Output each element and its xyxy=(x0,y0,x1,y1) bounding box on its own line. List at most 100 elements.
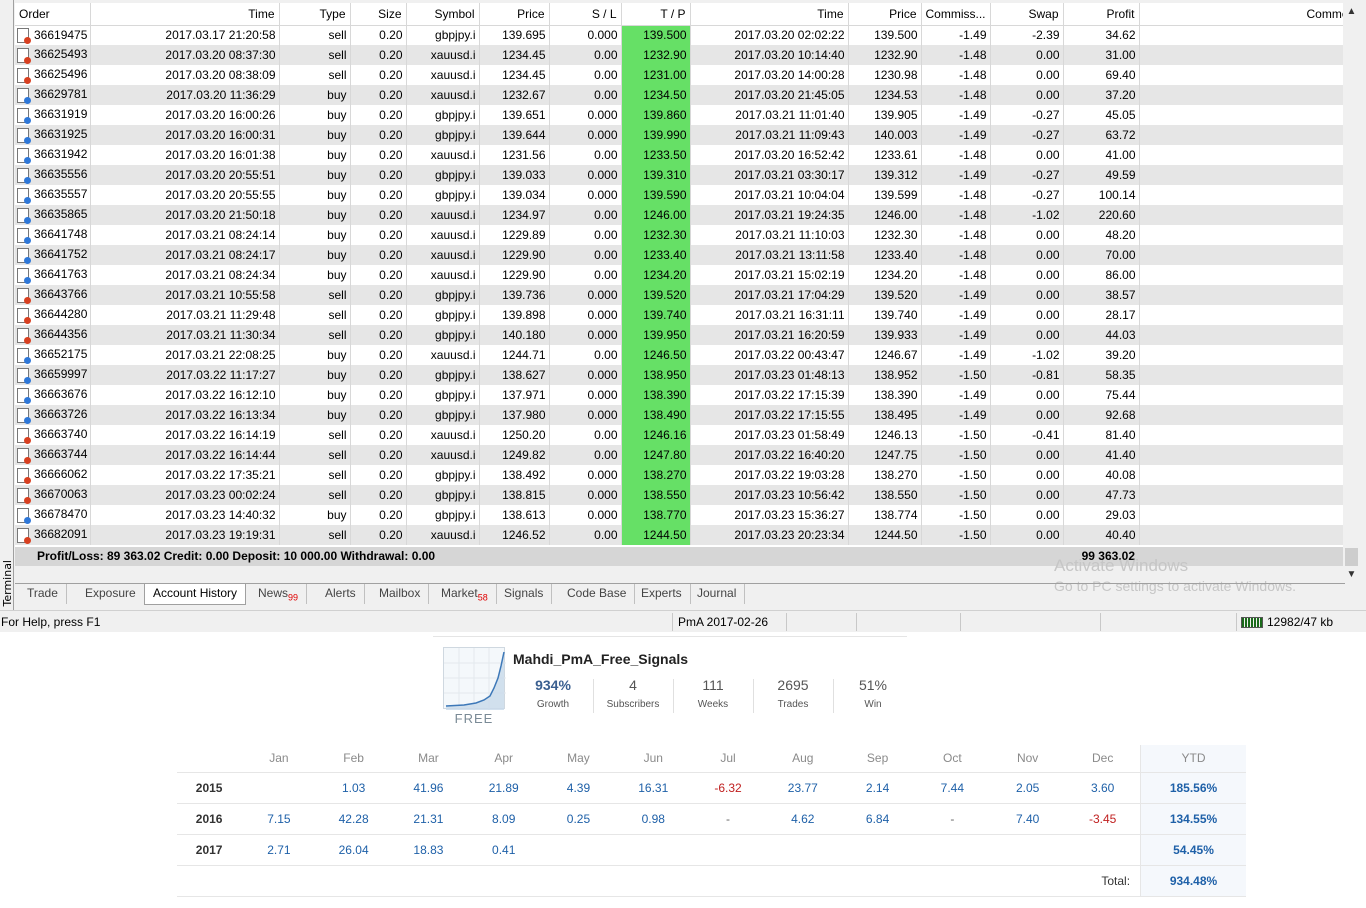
table-row[interactable]: 36635865 2017.03.20 21:50:18 buy 0.20 xauusd… xyxy=(15,205,1343,225)
col-size-cell: 0.20 xyxy=(350,85,407,105)
tab-mailbox[interactable]: Mailbox xyxy=(371,584,430,604)
col-swap-header[interactable]: Swap xyxy=(990,3,1064,26)
table-row[interactable]: 36635556 2017.03.20 20:55:51 buy 0.20 gbpjpy… xyxy=(15,165,1343,185)
tab-journal[interactable]: Journal xyxy=(689,584,746,604)
col-size-cell: 0.20 xyxy=(350,465,407,485)
table-row[interactable]: 36643766 2017.03.21 10:55:58 sell 0.20 gbpjp… xyxy=(15,285,1343,305)
tab-account-history[interactable]: Account History xyxy=(144,584,247,605)
sell-order-icon xyxy=(17,47,31,64)
table-row[interactable]: 36666062 2017.03.22 17:35:21 sell 0.20 gbpjp… xyxy=(15,465,1343,485)
col-close-price-cell: 1230.98 xyxy=(848,65,922,85)
col-comment-cell: [tp] xyxy=(1139,505,1343,525)
scroll-thumb[interactable] xyxy=(1345,548,1358,566)
table-row[interactable]: 36652175 2017.03.21 22:08:25 buy 0.20 xauusd… xyxy=(15,345,1343,365)
col-tp-header[interactable]: T / P xyxy=(621,3,691,26)
col-profit-header[interactable]: Profit xyxy=(1063,3,1140,26)
month-header: Dec xyxy=(1065,745,1141,773)
col-size-cell: 0.20 xyxy=(350,65,407,85)
month-header: Nov xyxy=(989,745,1066,773)
stat-growth: 934% Growth xyxy=(513,677,593,710)
month-value xyxy=(840,834,915,866)
tab-news[interactable]: News99 xyxy=(250,584,308,604)
month-value xyxy=(914,834,990,866)
col-swap-cell: -2.39 xyxy=(990,25,1064,45)
col-type-cell: sell xyxy=(279,285,351,305)
col-symbol-cell: gbpjpy.i xyxy=(406,365,480,385)
col-symbol-header[interactable]: Symbol xyxy=(406,3,480,26)
month-value: 16.31 xyxy=(615,772,691,804)
signal-name[interactable]: Mahdi_PmA_Free_Signals xyxy=(513,651,688,667)
col-swap-cell: 0.00 xyxy=(990,225,1064,245)
signal-card[interactable]: FREE Mahdi_PmA_Free_Signals 934% Growth 4 S… xyxy=(433,637,907,737)
col-commission-cell: -1.48 xyxy=(921,145,991,165)
scroll-down-icon[interactable]: ▼ xyxy=(1343,566,1360,583)
tab-signals[interactable]: Signals xyxy=(496,584,553,604)
col-sl-cell: 0.00 xyxy=(549,445,622,465)
table-row[interactable]: 36678470 2017.03.23 14:40:32 buy 0.20 gbpjpy… xyxy=(15,505,1343,525)
month-header: Mar xyxy=(390,745,467,773)
table-row[interactable]: 36641752 2017.03.21 08:24:17 buy 0.20 xauusd… xyxy=(15,245,1343,265)
tab-market[interactable]: Market58 xyxy=(433,584,497,604)
col-size-cell: 0.20 xyxy=(350,125,407,145)
tab-experts[interactable]: Experts xyxy=(633,584,691,604)
tab-alerts[interactable]: Alerts xyxy=(317,584,365,604)
table-row[interactable]: 36631925 2017.03.20 16:00:31 buy 0.20 gbpjpy… xyxy=(15,125,1343,145)
col-type-header[interactable]: Type xyxy=(279,3,351,26)
col-comment-header[interactable]: Comment xyxy=(1139,3,1343,26)
col-close-time-cell: 2017.03.22 16:40:20 xyxy=(690,445,849,465)
buy-order-icon xyxy=(17,207,31,224)
col-size-cell: 0.20 xyxy=(350,305,407,325)
terminal-side-tab[interactable]: Terminal xyxy=(0,0,14,610)
col-comment-cell: [tp] xyxy=(1139,445,1343,465)
table-row[interactable]: 36625496 2017.03.20 08:38:09 sell 0.20 xauus… xyxy=(15,65,1343,85)
table-row[interactable]: 36644280 2017.03.21 11:29:48 sell 0.20 gbpjp… xyxy=(15,305,1343,325)
tab-trade[interactable]: Trade xyxy=(19,584,67,604)
col-commission-header[interactable]: Commiss... xyxy=(921,3,991,26)
vertical-scrollbar[interactable]: ▲ ▼ xyxy=(1343,3,1360,583)
table-row[interactable]: 36641763 2017.03.21 08:24:34 buy 0.20 xauusd… xyxy=(15,265,1343,285)
table-row[interactable]: 36663744 2017.03.22 16:14:44 sell 0.20 xauus… xyxy=(15,445,1343,465)
table-row[interactable]: 36663740 2017.03.22 16:14:19 sell 0.20 xauus… xyxy=(15,425,1343,445)
col-type-cell: buy xyxy=(279,165,351,185)
table-row[interactable]: 36670063 2017.03.23 00:02:24 sell 0.20 gbpjp… xyxy=(15,485,1343,505)
table-row[interactable]: 36644356 2017.03.21 11:30:34 sell 0.20 gbpjp… xyxy=(15,325,1343,345)
order-id: 36629781 xyxy=(34,87,88,102)
table-row[interactable]: 36682091 2017.03.23 19:19:31 sell 0.20 xauus… xyxy=(15,525,1343,545)
col-open-price-header[interactable]: Price xyxy=(479,3,550,26)
growth-chart-thumbnail[interactable] xyxy=(443,647,506,710)
table-row[interactable]: 36659997 2017.03.22 11:17:27 buy 0.20 gbpjpy… xyxy=(15,365,1343,385)
col-type-cell: sell xyxy=(279,465,351,485)
col-symbol-cell: xauusd.i xyxy=(406,265,480,285)
table-row[interactable]: 36631919 2017.03.20 16:00:26 buy 0.20 gbpjpy… xyxy=(15,105,1343,125)
col-close-time-header[interactable]: Time xyxy=(690,3,849,26)
col-open-time-cell: 2017.03.20 20:55:51 xyxy=(90,165,280,185)
table-row[interactable]: 36629781 2017.03.20 11:36:29 buy 0.20 xauusd… xyxy=(15,85,1343,105)
table-row[interactable]: 36631942 2017.03.20 16:01:38 buy 0.20 xauusd… xyxy=(15,145,1343,165)
tab-exposure[interactable]: Exposure xyxy=(77,584,145,604)
status-profile-text: PmA 2017-02-26 xyxy=(678,615,769,629)
col-order-header[interactable]: Order xyxy=(15,3,91,26)
col-close-price-cell: 1247.75 xyxy=(848,445,922,465)
col-open-time-header[interactable]: Time xyxy=(90,3,280,26)
col-symbol-cell: gbpjpy.i xyxy=(406,405,480,425)
table-row[interactable]: 36663726 2017.03.22 16:13:34 buy 0.20 gbpjpy… xyxy=(15,405,1343,425)
sell-order-icon xyxy=(17,527,31,544)
col-open-price-cell: 138.613 xyxy=(479,505,550,525)
col-swap-cell: -0.27 xyxy=(990,165,1064,185)
tab-code-base[interactable]: Code Base xyxy=(559,584,636,604)
col-open-price-cell: 1231.56 xyxy=(479,145,550,165)
col-size-header[interactable]: Size xyxy=(350,3,407,26)
table-row[interactable]: 36625493 2017.03.20 08:37:30 sell 0.20 xauus… xyxy=(15,45,1343,65)
scroll-up-icon[interactable]: ▲ xyxy=(1343,3,1360,20)
table-row[interactable]: 36619475 2017.03.17 21:20:58 sell 0.20 gbpjp… xyxy=(15,25,1343,45)
col-open-time-cell: 2017.03.21 08:24:17 xyxy=(90,245,280,265)
month-value xyxy=(241,772,317,804)
col-swap-cell: 0.00 xyxy=(990,245,1064,265)
table-row[interactable]: 36641748 2017.03.21 08:24:14 buy 0.20 xauusd… xyxy=(15,225,1343,245)
tab-label: Mailbox xyxy=(379,586,421,600)
col-close-time-cell: 2017.03.21 17:04:29 xyxy=(690,285,849,305)
table-row[interactable]: 36635557 2017.03.20 20:55:55 buy 0.20 gbpjpy… xyxy=(15,185,1343,205)
col-sl-header[interactable]: S / L xyxy=(549,3,622,26)
col-close-price-header[interactable]: Price xyxy=(848,3,922,26)
table-row[interactable]: 36663676 2017.03.22 16:12:10 buy 0.20 gbpjpy… xyxy=(15,385,1343,405)
